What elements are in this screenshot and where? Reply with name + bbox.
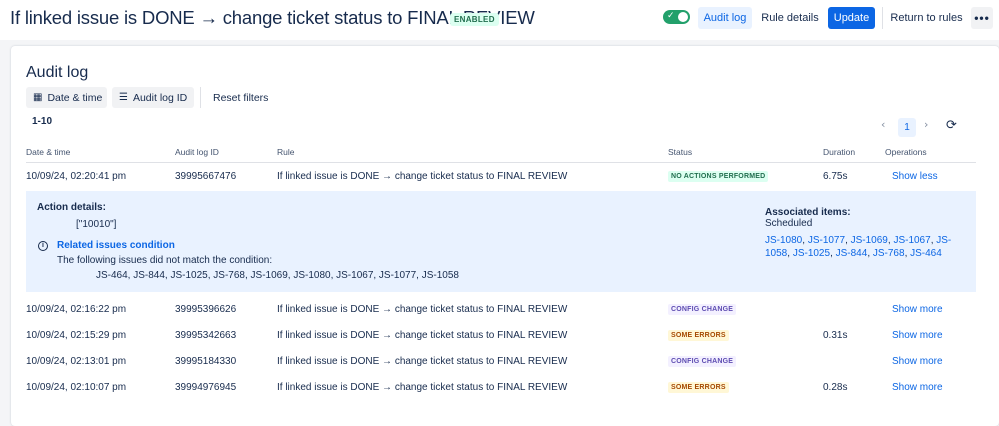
audit-log-id-filter-label: Audit log ID bbox=[132, 91, 188, 104]
row-rule: If linked issue is DONE → change ticket … bbox=[277, 170, 568, 182]
rule-enabled-toggle[interactable]: ✓ bbox=[663, 10, 690, 24]
row-rule: If linked issue is DONE → change ticket … bbox=[277, 381, 568, 393]
table-row: 10/09/24, 02:10:07 pm 39994976945 If lin… bbox=[26, 374, 976, 400]
issue-link[interactable]: JS-464 bbox=[910, 248, 942, 259]
row-id: 39994976945 bbox=[175, 381, 237, 393]
column-header-rule: Rule bbox=[277, 147, 295, 157]
row-date: 10/09/24, 02:20:41 pm bbox=[26, 170, 127, 182]
row-id: 39995184330 bbox=[175, 355, 237, 367]
divider bbox=[882, 7, 883, 29]
audit-log-button[interactable]: Audit log bbox=[698, 7, 752, 29]
row-rule: If linked issue is DONE → change ticket … bbox=[277, 303, 568, 315]
show-more-link[interactable]: Show more bbox=[892, 322, 943, 348]
issue-link[interactable]: JS-1069 bbox=[851, 235, 888, 246]
associated-items-sub: Scheduled bbox=[765, 218, 813, 229]
show-more-link[interactable]: Show more bbox=[892, 348, 943, 374]
condition-issue-list: JS-464, JS-844, JS-1025, JS-768, JS-1069… bbox=[96, 270, 459, 281]
row-id: 39995667476 bbox=[175, 170, 237, 182]
toggle-knob bbox=[678, 12, 688, 22]
row-status-cell: CONFIG CHANGE bbox=[668, 348, 737, 374]
action-details-label: Action details: bbox=[37, 202, 106, 213]
check-icon: ✓ bbox=[667, 11, 675, 21]
issue-link[interactable]: JS-844 bbox=[836, 248, 868, 259]
return-to-rules-button[interactable]: Return to rules bbox=[890, 7, 963, 29]
column-header-id: Audit log ID bbox=[175, 147, 219, 157]
condition-title[interactable]: Related issues condition bbox=[57, 240, 175, 251]
date-time-filter-label: Date & time bbox=[47, 91, 103, 104]
row-rule: If linked issue is DONE → change ticket … bbox=[277, 329, 568, 341]
issue-link[interactable]: JS-1067 bbox=[893, 235, 930, 246]
column-header-status: Status bbox=[668, 147, 693, 157]
chevron-left-icon[interactable]: ‹ bbox=[881, 118, 885, 131]
chevron-right-icon[interactable]: › bbox=[924, 118, 928, 131]
row-duration: 6.75s bbox=[823, 170, 848, 182]
more-options-button[interactable]: ••• bbox=[971, 7, 993, 29]
row-duration: 0.28s bbox=[823, 381, 848, 393]
table-row: 10/09/24, 02:20:41 pm 39995667476 If lin… bbox=[26, 163, 976, 189]
enabled-badge: ENABLED bbox=[450, 13, 499, 26]
issue-link[interactable]: JS-1025 bbox=[793, 248, 830, 259]
rule-details-button[interactable]: Rule details bbox=[760, 7, 820, 29]
audit-log-id-filter[interactable]: ☰ Audit log ID bbox=[112, 87, 194, 108]
row-date: 10/09/24, 02:16:22 pm bbox=[26, 303, 127, 315]
row-status-cell: CONFIG CHANGE bbox=[668, 296, 737, 322]
column-header-date: Date & time bbox=[26, 147, 71, 157]
card-title: Audit log bbox=[26, 64, 89, 81]
row-status-cell: SOME ERRORS bbox=[668, 374, 729, 400]
table-row: 10/09/24, 02:15:29 pm 39995342663 If lin… bbox=[26, 322, 976, 348]
issue-link[interactable]: JS-1077 bbox=[808, 235, 845, 246]
top-bar: If linked issue is DONE → change ticket … bbox=[0, 0, 999, 40]
action-details-value: ["10010"] bbox=[76, 219, 117, 230]
update-button[interactable]: Update bbox=[828, 7, 875, 29]
show-more-link[interactable]: Show more bbox=[892, 374, 943, 400]
divider bbox=[200, 87, 201, 108]
row-duration: 0.31s bbox=[823, 329, 848, 341]
status-badge: SOME ERRORS bbox=[668, 329, 729, 341]
column-header-duration: Duration bbox=[823, 147, 856, 157]
date-time-filter[interactable]: ▦ Date & time bbox=[26, 87, 107, 108]
row-date: 10/09/24, 02:13:01 pm bbox=[26, 355, 127, 367]
refresh-icon[interactable]: ⟳ bbox=[946, 118, 957, 133]
status-badge: CONFIG CHANGE bbox=[668, 355, 737, 367]
table-row: 10/09/24, 02:16:22 pm 39995396626 If lin… bbox=[26, 296, 976, 322]
issue-link[interactable]: JS-1080 bbox=[765, 235, 802, 246]
action-details-panel: Action details: ["10010"] i Related issu… bbox=[26, 191, 976, 292]
row-date: 10/09/24, 02:10:07 pm bbox=[26, 381, 127, 393]
condition-text: The following issues did not match the c… bbox=[57, 255, 273, 266]
list-icon: ☰ bbox=[119, 92, 128, 103]
status-badge: SOME ERRORS bbox=[668, 381, 729, 393]
status-badge: NO ACTIONS PERFORMED bbox=[668, 170, 769, 182]
row-status-cell: SOME ERRORS bbox=[668, 322, 729, 348]
row-rule: If linked issue is DONE → change ticket … bbox=[277, 355, 568, 367]
row-date: 10/09/24, 02:15:29 pm bbox=[26, 329, 127, 341]
show-less-link[interactable]: Show less bbox=[892, 163, 938, 189]
column-header-operations: Operations bbox=[885, 147, 927, 157]
row-id: 39995342663 bbox=[175, 329, 237, 341]
info-icon: i bbox=[38, 241, 48, 251]
associated-items-label: Associated items: bbox=[765, 207, 851, 218]
issue-link[interactable]: JS-768 bbox=[873, 248, 905, 259]
row-status-cell: NO ACTIONS PERFORMED bbox=[668, 163, 769, 189]
status-badge: CONFIG CHANGE bbox=[668, 303, 737, 315]
result-range: 1-10 bbox=[32, 116, 53, 127]
reset-filters-button[interactable]: Reset filters bbox=[206, 87, 271, 108]
calendar-icon: ▦ bbox=[33, 92, 43, 103]
row-id: 39995396626 bbox=[175, 303, 237, 315]
page-button-current[interactable]: 1 bbox=[898, 118, 916, 137]
table-row: 10/09/24, 02:13:01 pm 39995184330 If lin… bbox=[26, 348, 976, 374]
associated-issue-list: JS-1080, JS-1077, JS-1069, JS-1067, JS-1… bbox=[765, 234, 965, 260]
show-more-link[interactable]: Show more bbox=[892, 296, 943, 322]
